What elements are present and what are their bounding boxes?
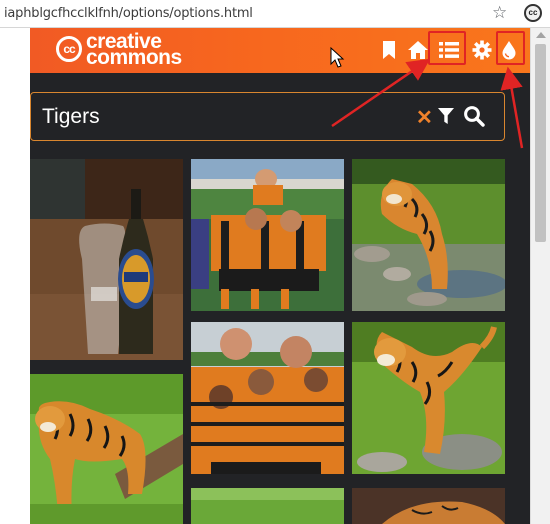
- header-bar: cc creative commons: [30, 28, 530, 73]
- logo-word-commons: commons: [86, 46, 182, 69]
- gallery-image-tiger-grass[interactable]: [352, 322, 505, 474]
- scrollbar-thumb[interactable]: [535, 44, 546, 242]
- extension-popup: cc creative commons Tigers ✕: [30, 28, 530, 524]
- bookmark-icon[interactable]: [375, 36, 403, 64]
- gallery-image-tiger-log[interactable]: [30, 374, 183, 524]
- gallery-image-tiger-partial-1[interactable]: [191, 488, 344, 524]
- list-icon-highlight: [428, 31, 466, 65]
- scrollbar[interactable]: [530, 28, 550, 524]
- close-icon[interactable]: ✕: [416, 105, 433, 130]
- gallery-image-tiger-partial-2[interactable]: [352, 488, 505, 524]
- star-icon[interactable]: ☆: [492, 3, 507, 23]
- gear-icon[interactable]: [468, 36, 496, 64]
- search-bar: ✕: [30, 92, 505, 141]
- scroll-up-arrow-icon[interactable]: [536, 32, 546, 38]
- gallery-image-rugby-huddle[interactable]: [191, 322, 344, 474]
- drop-icon-highlight: [496, 31, 525, 65]
- gallery-image-tiger-beer[interactable]: [30, 159, 183, 360]
- filter-icon[interactable]: [437, 107, 455, 130]
- search-input[interactable]: [40, 101, 404, 133]
- search-icon[interactable]: [463, 105, 485, 132]
- cc-logo-mark: cc: [56, 36, 82, 62]
- cc-extension-icon[interactable]: cc: [524, 4, 542, 22]
- address-bar[interactable]: iaphblgcfhcclklfnh/options/options.html …: [0, 0, 550, 28]
- url-text[interactable]: iaphblgcfhcclklfnh/options/options.html: [4, 6, 253, 21]
- gallery-image-tiger-stream[interactable]: [352, 159, 505, 311]
- gallery-image-rugby-celebration[interactable]: [191, 159, 344, 311]
